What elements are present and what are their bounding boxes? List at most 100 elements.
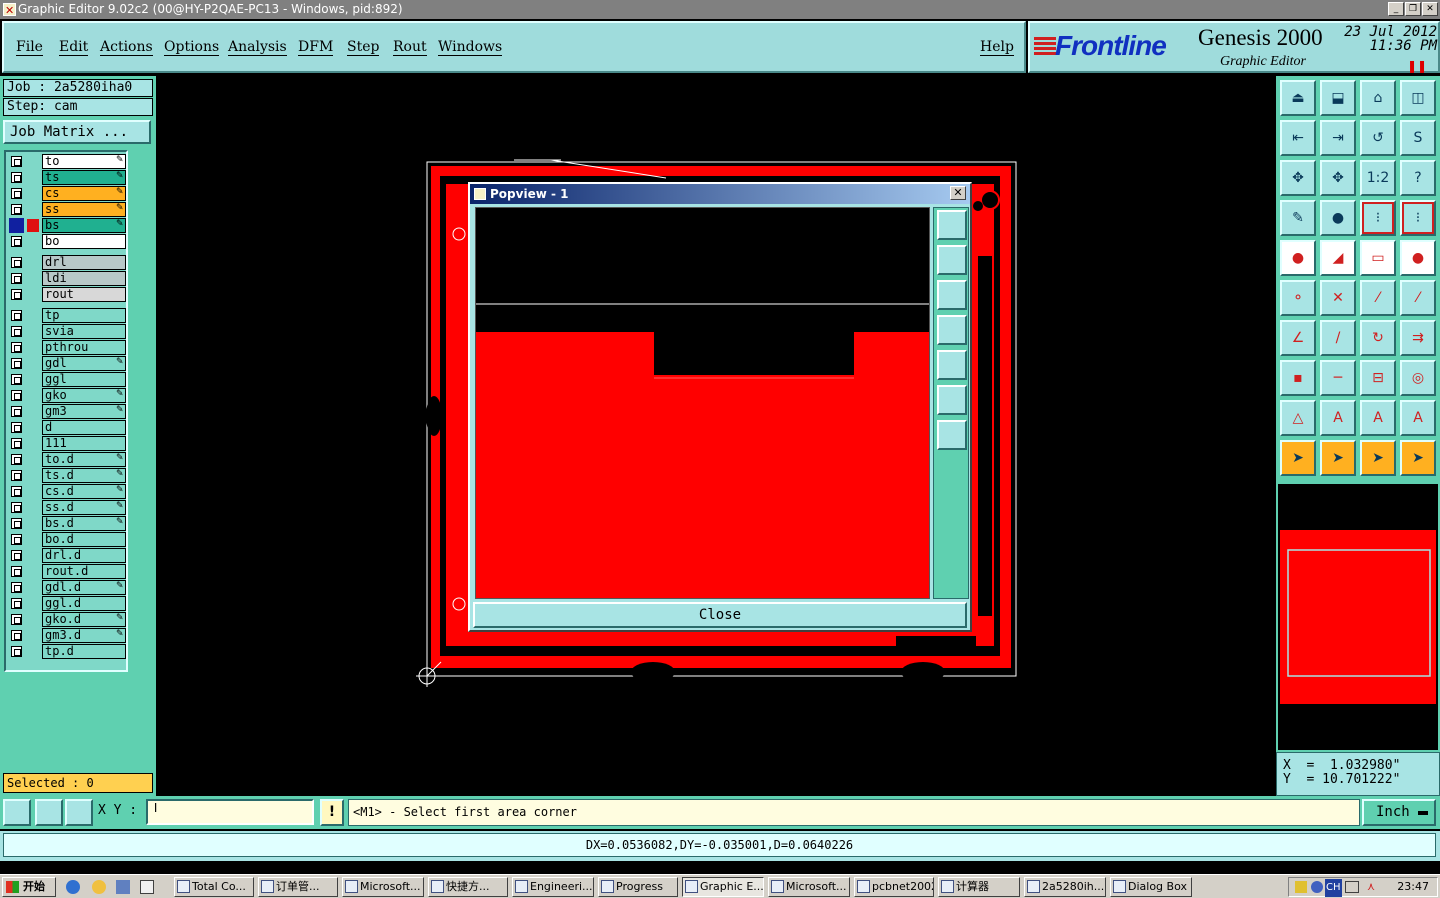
popview-title-bar[interactable]: Popview - 1 (470, 184, 970, 204)
a-shape-icon[interactable]: A (1320, 400, 1356, 436)
layer-row[interactable]: ts ✎ (8, 170, 126, 185)
pointer-zoom-icon[interactable]: ➤ (1360, 440, 1396, 476)
ruler-icon[interactable]: ▭ (1360, 240, 1396, 276)
pointer-select-icon[interactable]: ➤ (1320, 440, 1356, 476)
layer-name[interactable]: bo.d (42, 532, 126, 547)
layer-row[interactable]: drl.d (8, 548, 126, 563)
node-icon[interactable]: ⚬ (1280, 280, 1316, 316)
layer-name[interactable]: pthrou (42, 340, 126, 355)
layer-name[interactable]: ss.d (42, 500, 126, 515)
layer-row[interactable]: bs ✎ (8, 218, 126, 233)
layer-row[interactable]: bo (8, 234, 126, 249)
pan-down-icon[interactable]: ⬓ (1320, 80, 1356, 116)
menu-options[interactable]: Options (164, 39, 220, 56)
layer-checkbox[interactable] (11, 257, 22, 268)
job-matrix-button[interactable]: Job Matrix ... (3, 120, 151, 144)
layer-row[interactable]: ggl (8, 372, 126, 387)
grid-icon[interactable] (65, 799, 93, 826)
layer-name[interactable]: to (42, 154, 126, 169)
home-top-icon[interactable]: ⏏ (1280, 80, 1316, 116)
desktop-quicklaunch-icon[interactable] (116, 880, 130, 894)
layer-name[interactable]: ggl (42, 372, 126, 387)
layer-name[interactable]: bs.d (42, 516, 126, 531)
layer-checkbox[interactable] (11, 582, 22, 593)
layer-name[interactable]: gdl.d (42, 580, 126, 595)
minimize-button[interactable]: _ (1388, 2, 1404, 16)
layer-name[interactable]: ggl.d (42, 596, 126, 611)
layer-name[interactable]: gko (42, 388, 126, 403)
layer-name[interactable]: ts (42, 170, 126, 185)
layer-checkbox[interactable] (11, 289, 22, 300)
layer-name[interactable]: bo (42, 234, 126, 249)
layer-row[interactable]: gko ✎ (8, 388, 126, 403)
keyboard-icon[interactable] (1345, 881, 1359, 893)
layer-checkbox[interactable] (11, 646, 22, 657)
layer-checkbox[interactable] (11, 630, 22, 641)
pause-icon[interactable]: ❚❚ (1407, 59, 1427, 73)
layer-checkbox[interactable] (11, 342, 22, 353)
ie-quicklaunch-icon[interactable] (66, 880, 80, 894)
layer-row[interactable]: to.d ✎ (8, 452, 126, 467)
layer-row[interactable]: ggl.d (8, 596, 126, 611)
layer-row[interactable]: d (8, 420, 126, 435)
layer-row[interactable]: cs.d ✎ (8, 484, 126, 499)
layer-row[interactable]: gm3.d ✎ (8, 628, 126, 643)
layer-checkbox[interactable] (11, 188, 22, 199)
menu-step[interactable]: Step (347, 39, 380, 56)
menu-dfm[interactable]: DFM (298, 39, 334, 56)
layer-checkbox[interactable] (11, 390, 22, 401)
pan-left-icon[interactable] (937, 315, 967, 345)
layer-name[interactable]: rout.d (42, 564, 126, 579)
layer-checkbox[interactable] (11, 438, 22, 449)
taskbar-item[interactable]: 订单管... (258, 877, 338, 897)
layer-checkbox[interactable] (11, 566, 22, 577)
pointer-net-icon[interactable]: ➤ (1400, 440, 1436, 476)
taskbar-item[interactable]: Dialog Box (1110, 877, 1192, 897)
layer-row[interactable]: ts.d ✎ (8, 468, 126, 483)
layer-row[interactable]: tp.d (8, 644, 126, 659)
home-icon[interactable]: ⌂ (1360, 80, 1396, 116)
layer-row[interactable]: svia (8, 324, 126, 339)
layer-name[interactable]: gm3 (42, 404, 126, 419)
alert-button[interactable]: ! (320, 799, 344, 826)
popview-close-x-button[interactable]: ✕ (950, 186, 966, 200)
tray-icon-3[interactable]: ⋏ (1363, 881, 1375, 893)
menu-actions[interactable]: Actions (100, 39, 153, 56)
measure-tool-icon[interactable]: ✎ (1280, 200, 1316, 236)
arc-segment-icon[interactable]: ⁄ (1400, 280, 1436, 316)
layer-name[interactable]: d (42, 420, 126, 435)
a-arrow-icon[interactable]: A (1400, 400, 1436, 436)
layer-name[interactable]: drl (42, 255, 126, 270)
close-window-button[interactable]: ✕ (1422, 2, 1438, 16)
layer-checkbox[interactable] (11, 374, 22, 385)
taskbar-item[interactable]: Total Co... (174, 877, 254, 897)
layer-checkbox[interactable] (11, 358, 22, 369)
taskbar-item[interactable]: 2a5280ih... (1024, 877, 1106, 897)
layer-checkbox[interactable] (11, 156, 22, 167)
menu-rout[interactable]: Rout (393, 39, 427, 56)
layer-checkbox[interactable] (11, 172, 22, 183)
layer-row[interactable]: gko.d ✎ (8, 612, 126, 627)
move-right-icon[interactable]: ⇥ (1320, 120, 1356, 156)
shapes-icon[interactable]: ◎ (1400, 360, 1436, 396)
pointer-icon[interactable]: ➤ (1280, 440, 1316, 476)
add-pad-icon[interactable]: ● (1280, 240, 1316, 276)
layer-row[interactable]: ss.d ✎ (8, 500, 126, 515)
taskbar-item[interactable]: Microsoft... (342, 877, 424, 897)
layer-name[interactable]: 111 (42, 436, 126, 451)
units-select[interactable]: Inch (1362, 799, 1436, 826)
layer-row[interactable]: drl (8, 255, 126, 270)
layer-row[interactable]: bs.d ✎ (8, 516, 126, 531)
layer-checkbox[interactable] (11, 422, 22, 433)
taskbar-item[interactable]: Engineeri... (512, 877, 594, 897)
layer-checkbox[interactable] (11, 326, 22, 337)
flip-icon[interactable]: ⇉ (1400, 320, 1436, 356)
layer-name[interactable]: tp (42, 308, 126, 323)
menu-help[interactable]: Help (980, 39, 1014, 56)
triangle-outline-icon[interactable]: △ (1280, 400, 1316, 436)
layer-row[interactable]: to ✎ (8, 154, 126, 169)
pad-color-icon[interactable]: ▪ (1280, 360, 1316, 396)
layer-name[interactable]: ldi (42, 271, 126, 286)
segment-icon[interactable]: ⁄ (1360, 280, 1396, 316)
layer-row[interactable]: tp (8, 308, 126, 323)
